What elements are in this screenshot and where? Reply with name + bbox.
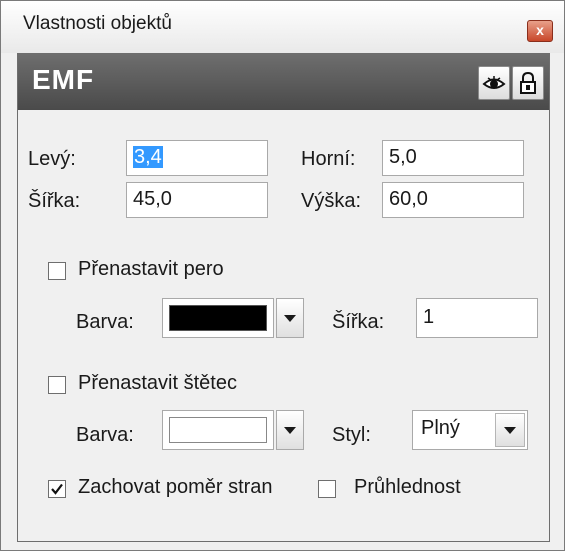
lock-toggle-button[interactable] — [512, 66, 544, 100]
title-bar[interactable]: Vlastnosti objektů x — [1, 1, 564, 53]
checkmark-icon — [51, 483, 63, 495]
top-label: Horní: — [301, 148, 356, 170]
brush-color-swatch — [169, 417, 267, 443]
keep-aspect-ratio-checkbox[interactable] — [48, 480, 66, 498]
chevron-down-icon — [284, 315, 296, 322]
pen-color-swatch — [169, 305, 267, 331]
override-pen-checkbox[interactable] — [48, 262, 66, 280]
properties-panel: EMF Levý: 3,4 Horní: 5,0 Šířka: 45,0 Výš… — [17, 53, 550, 542]
width-input[interactable]: 45,0 — [126, 182, 268, 218]
eye-icon — [482, 76, 506, 89]
left-label: Levý: — [28, 148, 76, 170]
visibility-toggle-button[interactable] — [478, 66, 510, 100]
override-brush-label: Přenastavit štětec — [78, 372, 237, 394]
window-title: Vlastnosti objektů — [23, 13, 172, 34]
pen-width-input[interactable]: 1 — [416, 298, 538, 338]
close-button[interactable]: x — [527, 20, 553, 42]
chevron-down-icon — [284, 427, 296, 434]
brush-color-label: Barva: — [76, 424, 134, 446]
brush-style-label: Styl: — [332, 424, 371, 446]
object-properties-window: Vlastnosti objektů x EMF Levý: 3,4 Horní… — [0, 0, 565, 551]
override-brush-checkbox[interactable] — [48, 376, 66, 394]
object-type-title: EMF — [32, 64, 95, 95]
pen-color-picker[interactable] — [162, 298, 274, 338]
top-input-value: 5,0 — [389, 146, 417, 168]
brush-style-select[interactable]: Plný — [412, 410, 528, 450]
width-label: Šířka: — [28, 190, 81, 212]
transparency-label: Průhlednost — [354, 476, 461, 498]
object-type-header: EMF — [18, 54, 549, 110]
height-input[interactable]: 60,0 — [382, 182, 524, 218]
chevron-down-icon — [504, 427, 516, 434]
brush-color-dropdown-button[interactable] — [276, 410, 304, 450]
pen-width-input-value: 1 — [423, 306, 435, 328]
top-input[interactable]: 5,0 — [382, 140, 524, 176]
pen-width-label: Šířka: — [332, 311, 385, 333]
brush-style-value: Plný — [421, 417, 460, 439]
pen-color-label: Barva: — [76, 311, 134, 333]
brush-color-picker[interactable] — [162, 410, 274, 450]
override-pen-label: Přenastavit pero — [78, 258, 224, 280]
height-input-value: 60,0 — [389, 188, 428, 210]
lock-icon — [520, 71, 536, 94]
height-label: Výška: — [301, 190, 362, 212]
left-input[interactable]: 3,4 — [126, 140, 268, 176]
close-icon: x — [536, 22, 544, 38]
left-input-value: 3,4 — [133, 146, 163, 168]
keep-aspect-ratio-label: Zachovat poměr stran — [78, 476, 273, 498]
transparency-checkbox[interactable] — [318, 480, 336, 498]
brush-style-dropdown-button[interactable] — [495, 413, 525, 447]
pen-color-dropdown-button[interactable] — [276, 298, 304, 338]
window-frame-left — [1, 53, 17, 550]
window-frame-right — [550, 53, 564, 550]
width-input-value: 45,0 — [133, 188, 172, 210]
